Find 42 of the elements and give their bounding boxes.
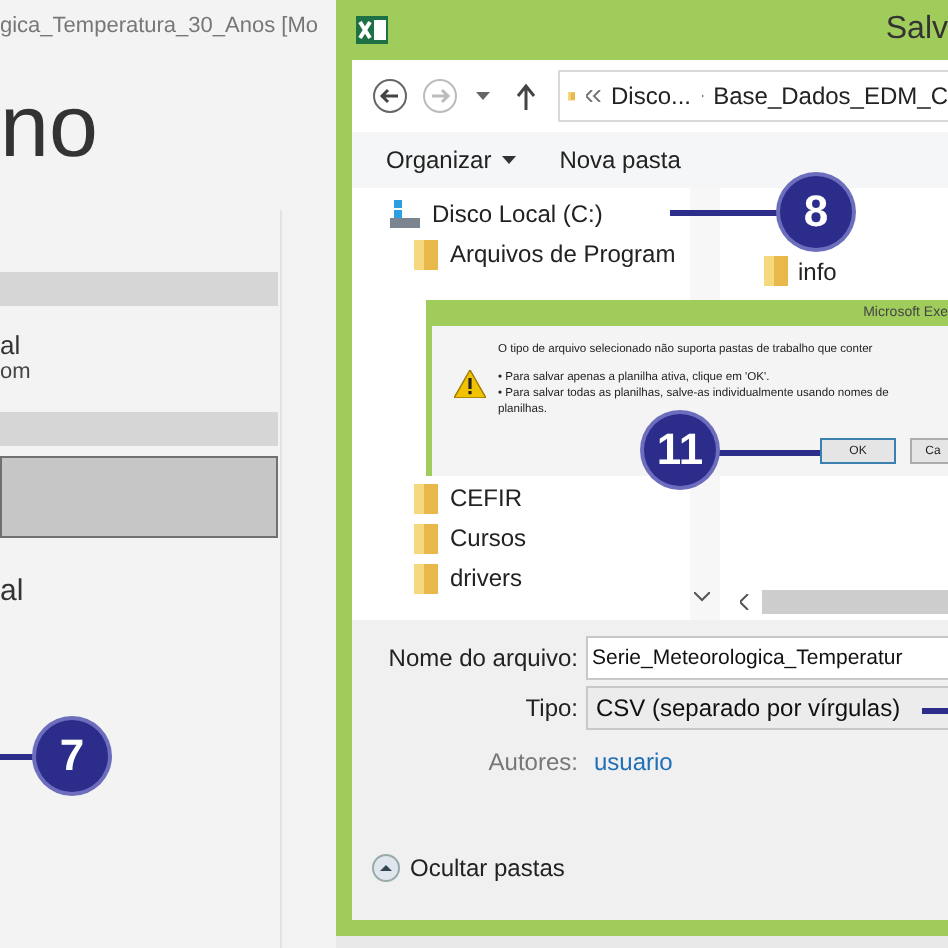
step-badge: 8 <box>780 176 852 248</box>
caret-icon[interactable] <box>476 92 490 100</box>
place-item[interactable]: al om <box>0 306 278 412</box>
folder-icon <box>414 563 438 593</box>
tree-item[interactable]: Cursos <box>352 518 690 558</box>
collapse-icon[interactable] <box>372 854 400 882</box>
step-badge: 7 <box>36 720 108 792</box>
address-bar[interactable]: Disco... Base_Dados_EDM_C <box>558 70 948 122</box>
page-heading: no <box>0 82 100 174</box>
place-item[interactable] <box>0 456 278 538</box>
filename-field[interactable]: Serie_Meteorologica_Temperatur <box>586 636 948 680</box>
spreadsheet-icon <box>356 16 388 44</box>
caret-icon[interactable] <box>501 156 516 164</box>
field-label: Nome do arquivo: <box>386 644 580 672</box>
scrollbar-thumb[interactable] <box>762 590 948 614</box>
step-badge: 11 <box>644 414 716 486</box>
file-type-dropdown[interactable]: CSV (separado por vírgulas) <box>586 686 948 730</box>
new-folder-button[interactable]: Nova pasta <box>559 146 681 174</box>
author-link[interactable]: usuario <box>586 748 673 776</box>
window-title: gica_Temperatura_30_Anos [Mo <box>0 12 320 38</box>
field-label: Autores: <box>486 748 580 776</box>
breadcrumb[interactable]: Base_Dados_EDM_C <box>713 82 948 110</box>
place-item[interactable]: al <box>0 562 278 620</box>
organize-menu[interactable]: Organizar <box>386 146 492 174</box>
folder-icon <box>414 523 438 553</box>
file-item[interactable]: info <box>764 256 837 286</box>
tree-item[interactable]: drivers <box>352 558 690 598</box>
drive-icon <box>390 200 420 228</box>
warning-icon <box>454 370 486 398</box>
scroll-down-icon[interactable] <box>694 592 710 602</box>
folder-icon <box>764 256 788 286</box>
tree-item[interactable]: Disco Local (C:) <box>352 194 690 234</box>
breadcrumb[interactable]: Disco... <box>611 82 692 110</box>
folder-icon <box>414 483 438 513</box>
tree-item[interactable]: Arquivos de Program <box>352 234 690 274</box>
field-label: Tipo: <box>523 694 580 722</box>
back-icon[interactable] <box>372 78 408 114</box>
dialog-title: Salv <box>885 12 948 48</box>
up-arrow-icon[interactable] <box>516 83 536 109</box>
scroll-left-icon[interactable] <box>740 594 750 610</box>
hide-folders-button[interactable]: Ocultar pastas <box>410 854 565 882</box>
folder-icon <box>414 239 438 269</box>
